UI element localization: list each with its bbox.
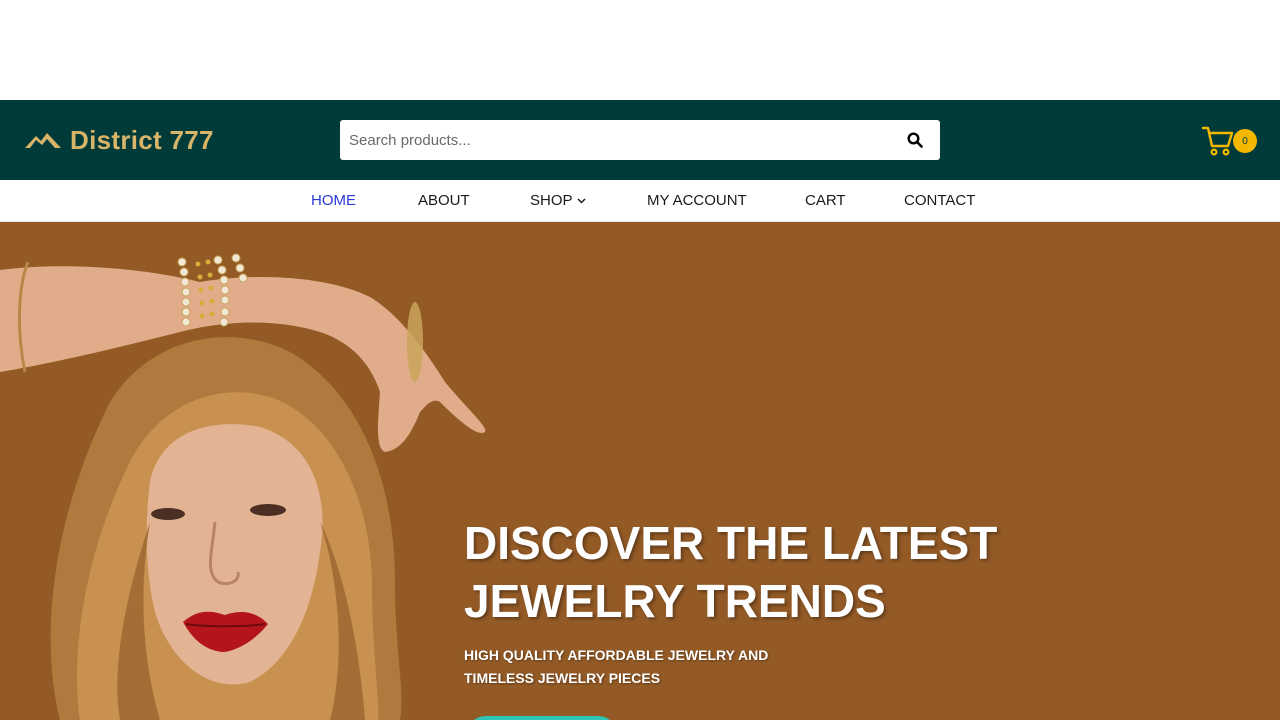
site-logo[interactable]: District 777 — [24, 124, 214, 156]
nav-item-contact[interactable]: CONTACT — [904, 180, 975, 222]
hero-model-image — [0, 253, 486, 720]
hero-heading-line-1: DISCOVER THE LATEST — [464, 517, 998, 569]
nav-item-label: MY ACCOUNT — [647, 192, 747, 209]
cart-icon — [1201, 126, 1234, 156]
nav-item-label: SHOP — [530, 192, 573, 209]
hero-heading: DISCOVER THE LATEST JEWELRY TRENDS — [464, 514, 1084, 630]
cart-button[interactable]: 0 — [1201, 124, 1261, 158]
nav-item-label: CONTACT — [904, 192, 976, 209]
search-icon — [907, 132, 923, 148]
hero-cta-button[interactable] — [466, 716, 618, 720]
cart-count-badge: 0 — [1233, 129, 1257, 153]
nav-item-home[interactable]: HOME — [311, 180, 356, 222]
hero-banner: DISCOVER THE LATEST JEWELRY TRENDS HIGH … — [0, 222, 1280, 720]
main-navigation: HOME ABOUT SHOP MY ACCOUNT CART CONTACT — [0, 180, 1280, 222]
chevron-down-icon — [576, 198, 586, 204]
search-input[interactable] — [340, 120, 890, 160]
brand-name: District 777 — [70, 124, 214, 155]
nav-item-label: ABOUT — [418, 192, 470, 209]
site-header: District 777 0 — [0, 100, 1280, 180]
nav-item-cart[interactable]: CART — [805, 180, 846, 222]
nav-item-label: HOME — [311, 192, 356, 209]
hero-subheading-line-1: HIGH QUALITY AFFORDABLE JEWELRY AND — [464, 647, 769, 663]
nav-item-about[interactable]: ABOUT — [418, 180, 470, 222]
mountain-logo-icon — [25, 133, 61, 148]
nav-item-label: CART — [805, 192, 846, 209]
hero-subheading-line-2: TIMELESS JEWELRY PIECES — [464, 670, 661, 686]
nav-item-shop[interactable]: SHOP — [530, 180, 586, 222]
search-bar — [340, 120, 940, 160]
nav-item-my-account[interactable]: MY ACCOUNT — [647, 180, 747, 222]
hero-heading-line-2: JEWELRY TRENDS — [464, 575, 886, 627]
top-blank-area — [0, 0, 1280, 100]
hero-subheading: HIGH QUALITY AFFORDABLE JEWELRY AND TIME… — [464, 644, 784, 690]
search-button[interactable] — [890, 120, 940, 160]
